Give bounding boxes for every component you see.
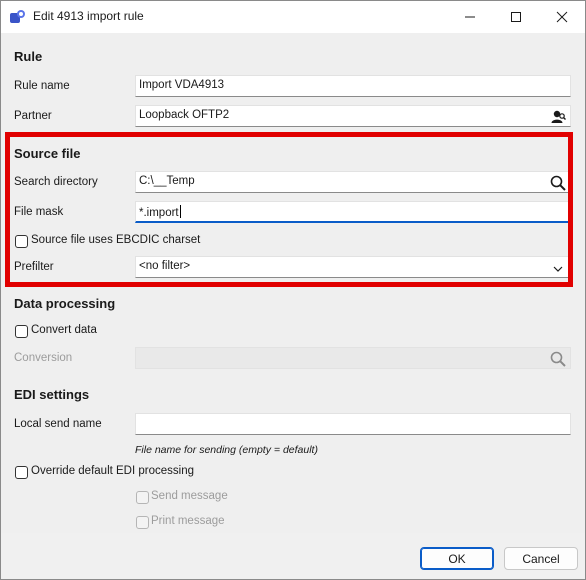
conversion-search-icon — [550, 351, 566, 367]
dialog-content: Rule Rule name Import VDA4913 Partner Lo… — [1, 33, 585, 533]
print-message-checkbox — [136, 516, 149, 529]
minimize-button[interactable] — [447, 1, 493, 33]
send-message-checkbox — [136, 491, 149, 504]
ebcdic-label[interactable]: Source file uses EBCDIC charset — [31, 234, 200, 246]
ok-button[interactable]: OK — [420, 547, 494, 570]
maximize-icon — [511, 12, 521, 22]
prefilter-label: Prefilter — [14, 261, 54, 273]
rule-name-field[interactable]: Import VDA4913 — [135, 75, 571, 97]
prefilter-value: <no filter> — [139, 260, 191, 272]
conversion-field — [135, 347, 571, 369]
file-mask-field[interactable]: *.import — [135, 201, 571, 223]
dialog-footer: OK Cancel — [1, 533, 585, 579]
partner-lookup-icon[interactable] — [549, 108, 567, 126]
local-send-name-label: Local send name — [14, 418, 102, 430]
prefilter-dropdown[interactable]: <no filter> — [135, 256, 571, 278]
file-mask-label: File mask — [14, 206, 64, 218]
convert-data-checkbox[interactable] — [15, 325, 28, 338]
rule-name-label: Rule name — [14, 80, 70, 92]
local-send-name-field[interactable] — [135, 413, 571, 435]
search-directory-label: Search directory — [14, 176, 98, 188]
ebcdic-checkbox[interactable] — [15, 235, 28, 248]
text-caret — [179, 205, 181, 218]
convert-data-label[interactable]: Convert data — [31, 324, 97, 336]
rule-heading: Rule — [14, 49, 43, 64]
search-directory-field[interactable]: C:\__Temp — [135, 171, 571, 193]
source-file-heading: Source file — [14, 146, 81, 161]
search-icon[interactable] — [549, 174, 567, 192]
conversion-label: Conversion — [14, 352, 73, 364]
close-icon — [556, 11, 568, 23]
rule-name-value: Import VDA4913 — [139, 79, 225, 91]
partner-field[interactable]: Loopback OFTP2 — [135, 105, 571, 127]
override-edi-label[interactable]: Override default EDI processing — [31, 465, 194, 477]
edi-settings-heading: EDI settings — [14, 387, 90, 402]
data-processing-heading: Data processing — [14, 296, 116, 311]
dialog-window: Edit 4913 import rule Rule Rule name Imp… — [0, 0, 586, 580]
partner-value: Loopback OFTP2 — [139, 109, 230, 121]
app-icon — [10, 10, 25, 23]
close-button[interactable] — [539, 1, 585, 33]
window-title: Edit 4913 import rule — [33, 9, 144, 23]
partner-label: Partner — [14, 110, 52, 122]
local-send-name-hint: File name for sending (empty = default) — [135, 444, 318, 456]
chevron-down-icon — [553, 266, 563, 272]
print-message-label: Print message — [151, 515, 225, 527]
cancel-button[interactable]: Cancel — [504, 547, 578, 570]
search-directory-value: C:\__Temp — [139, 175, 195, 187]
minimize-icon — [465, 16, 475, 18]
override-edi-checkbox[interactable] — [15, 466, 28, 479]
maximize-button[interactable] — [493, 1, 539, 33]
send-message-label: Send message — [151, 490, 228, 502]
title-bar: Edit 4913 import rule — [1, 1, 585, 33]
file-mask-value: *.import — [139, 205, 181, 219]
